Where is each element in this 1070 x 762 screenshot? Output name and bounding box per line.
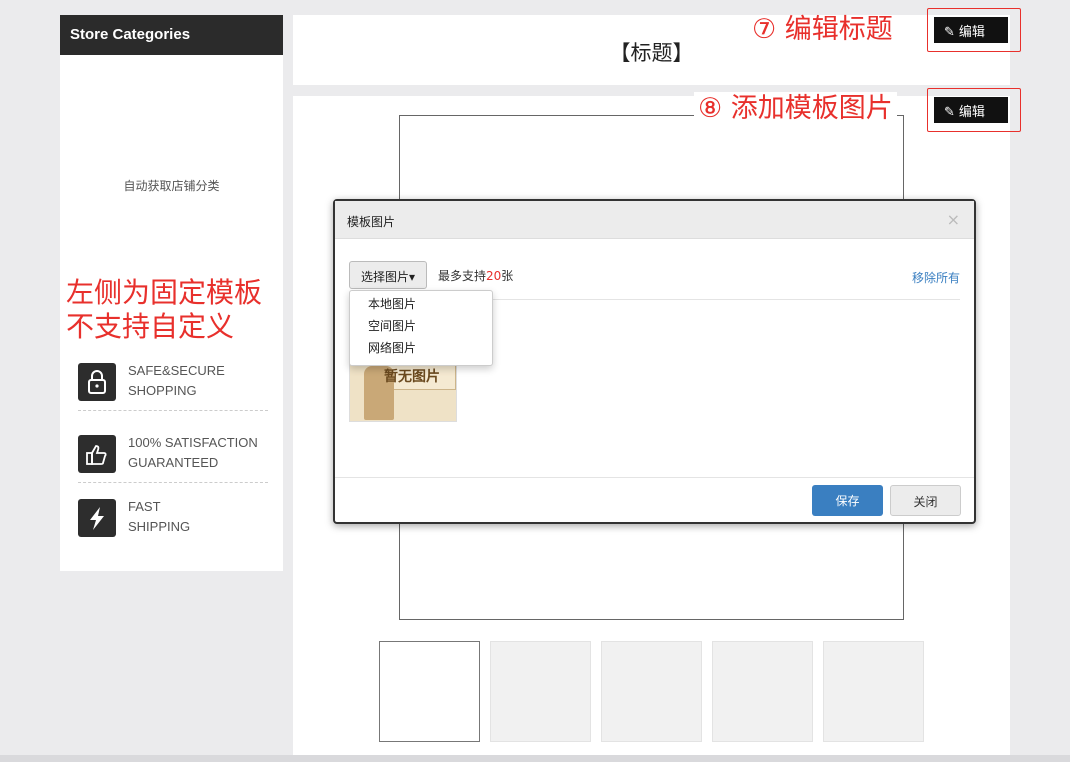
feature-line2: SHOPPING: [128, 383, 197, 398]
footer-divider: [335, 477, 974, 478]
feature-line1: SAFE&SECURE: [128, 363, 225, 378]
feature-safe-secure: SAFE&SECURE SHOPPING: [78, 355, 268, 411]
no-image-label: 暂无图片: [384, 369, 440, 385]
thumbnail-slot[interactable]: [823, 641, 924, 742]
template-image-modal: 模板图片 × 选择图片▾ 最多支持20张 移除所有 暂无图片 本地图片 空间图片…: [333, 199, 976, 524]
dropdown-item-space[interactable]: 空间图片: [350, 313, 492, 335]
close-button[interactable]: 关闭: [890, 485, 961, 516]
feature-fast-shipping: FAST SHIPPING: [78, 491, 268, 547]
feature-line2: GUARANTEED: [128, 455, 219, 470]
max-prefix: 最多支持: [438, 269, 487, 283]
max-suffix: 张: [501, 269, 514, 283]
lightning-icon: [78, 499, 116, 537]
dropdown-item-local[interactable]: 本地图片: [350, 291, 492, 313]
edit-title-button[interactable]: ✎ 编辑: [934, 17, 1008, 43]
feature-line1: FAST: [128, 499, 161, 514]
bottom-bar: [0, 755, 1070, 762]
select-image-dropdown: 本地图片 空间图片 网络图片: [349, 290, 493, 366]
modal-header: 模板图片 ×: [335, 201, 974, 239]
edit-label: 编辑: [958, 105, 985, 120]
auto-category-text: 自动获取店铺分类: [123, 179, 220, 193]
edit-image-button[interactable]: ✎ 编辑: [934, 97, 1008, 123]
thumbs-up-icon: [78, 435, 116, 473]
thumbnail-slot[interactable]: [379, 641, 480, 742]
thumbnail-slot[interactable]: [490, 641, 591, 742]
close-icon[interactable]: ×: [947, 210, 960, 229]
add-image-note: ⑧ 添加模板图片: [694, 92, 897, 126]
pencil-icon: ✎: [944, 105, 955, 120]
edit-label: 编辑: [958, 25, 985, 40]
modal-title: 模板图片: [347, 215, 396, 229]
remove-all-link[interactable]: 移除所有: [912, 269, 960, 286]
save-button[interactable]: 保存: [812, 485, 883, 516]
max-images-info: 最多支持20张: [438, 267, 513, 284]
thumbnail-slot[interactable]: [601, 641, 702, 742]
feature-line2: SHIPPING: [128, 519, 191, 534]
fixed-template-note: 左侧为固定模板 不支持自定义: [66, 276, 262, 344]
sidebar-header: Store Categories: [60, 15, 283, 55]
thumbnail-slot[interactable]: [712, 641, 813, 742]
dropdown-item-network[interactable]: 网络图片: [350, 335, 492, 357]
edit-title-box: ✎ 编辑: [927, 8, 1021, 52]
max-number: 20: [486, 269, 502, 283]
title-panel: 【标题】: [293, 15, 1010, 85]
feature-line1: 100% SATISFACTION: [128, 435, 258, 450]
feature-satisfaction: 100% SATISFACTION GUARANTEED: [78, 427, 268, 483]
pencil-icon: ✎: [944, 25, 955, 40]
edit-image-box: ✎ 编辑: [927, 88, 1021, 132]
edit-title-note: ⑦ 编辑标题: [752, 14, 893, 45]
note-line2: 不支持自定义: [66, 310, 235, 343]
lock-icon: [78, 363, 116, 401]
page-title: 【标题】: [609, 41, 694, 65]
note-line1: 左侧为固定模板: [66, 276, 263, 309]
select-image-button[interactable]: 选择图片▾: [349, 261, 427, 289]
